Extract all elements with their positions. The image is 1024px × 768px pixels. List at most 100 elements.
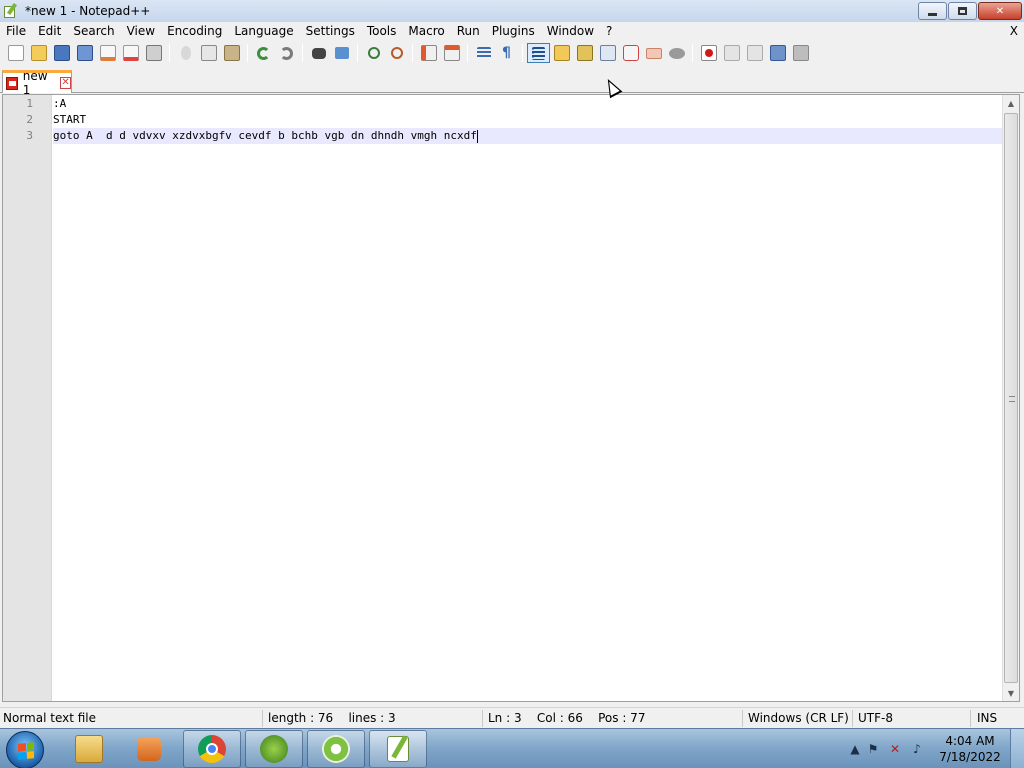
menu-run[interactable]: Run	[451, 22, 486, 41]
toolbar-separator	[247, 44, 248, 62]
save-all-icon[interactable]	[73, 43, 96, 63]
menu-language[interactable]: Language	[228, 22, 299, 41]
taskbar-green-app[interactable]	[307, 730, 365, 768]
window-controls: ✕	[917, 2, 1022, 20]
copy-icon[interactable]	[197, 43, 220, 63]
system-tray: ▲ ⚑ ✕ ♪ 4:04 AM 7/18/2022	[844, 729, 1024, 768]
code-line[interactable]: START	[53, 112, 1002, 128]
menu-edit[interactable]: Edit	[32, 22, 67, 41]
file-explorer-icon	[75, 735, 103, 763]
menu-help[interactable]: ?	[600, 22, 618, 41]
menu-encoding[interactable]: Encoding	[161, 22, 228, 41]
menu-settings[interactable]: Settings	[300, 22, 361, 41]
close-window-button[interactable]: ✕	[978, 2, 1022, 20]
close-icon[interactable]	[96, 43, 119, 63]
menu-file[interactable]: File	[0, 22, 32, 41]
tab-close-button[interactable]: ✕	[60, 77, 71, 89]
playback-macro-icon[interactable]	[743, 43, 766, 63]
scroll-down-arrow-icon[interactable]: ▼	[1003, 685, 1019, 701]
status-file-type: Normal text file	[3, 711, 97, 725]
menu-view[interactable]: View	[121, 22, 161, 41]
toolbar-separator	[412, 44, 413, 62]
status-position: Ln : 3 Col : 66 Pos : 77	[488, 711, 646, 725]
code-line-text: goto A d d vdvxv xzdvxbgfv cevdf b bchb …	[53, 129, 477, 142]
open-file-icon[interactable]	[27, 43, 50, 63]
status-divider	[482, 710, 483, 727]
taskbar-notepad-plus-plus[interactable]	[369, 730, 427, 768]
run-macro-multiple-icon[interactable]	[766, 43, 789, 63]
network-icon[interactable]: ✕	[888, 742, 902, 756]
stop-record-icon[interactable]	[720, 43, 743, 63]
save-icon[interactable]	[50, 43, 73, 63]
folder-workspace-icon[interactable]	[619, 43, 642, 63]
sync-vertical-icon[interactable]	[417, 43, 440, 63]
action-center-icon[interactable]: ⚑	[866, 742, 880, 756]
line-number: 2	[26, 113, 33, 126]
current-code-line[interactable]: goto A d d vdvxv xzdvxbgfv cevdf b bchb …	[53, 128, 1002, 144]
replace-icon[interactable]	[330, 43, 353, 63]
show-desktop-button[interactable]	[1010, 729, 1024, 768]
undo-icon[interactable]	[252, 43, 275, 63]
zoom-out-icon[interactable]	[385, 43, 408, 63]
monitoring-icon[interactable]	[642, 43, 665, 63]
title-bar[interactable]: *new 1 - Notepad++ ✕	[0, 0, 1024, 22]
code-line[interactable]: :A	[53, 96, 1002, 112]
taskbar-chrome[interactable]	[183, 730, 241, 768]
doc-map-icon[interactable]	[573, 43, 596, 63]
record-macro-icon[interactable]	[697, 43, 720, 63]
toolbar: ¶	[0, 41, 1024, 65]
taskbar-windows-app[interactable]	[245, 730, 303, 768]
new-file-icon[interactable]	[4, 43, 27, 63]
function-list-icon[interactable]	[596, 43, 619, 63]
word-wrap-icon[interactable]	[472, 43, 495, 63]
close-all-icon[interactable]	[119, 43, 142, 63]
user-language-icon[interactable]	[550, 43, 573, 63]
scroll-up-arrow-icon[interactable]: ▲	[1003, 95, 1019, 111]
cut-icon[interactable]	[174, 43, 197, 63]
show-all-chars-icon[interactable]: ¶	[495, 43, 518, 63]
scrollbar-thumb[interactable]	[1004, 113, 1018, 683]
paste-icon[interactable]	[220, 43, 243, 63]
windows-app-icon	[260, 735, 288, 763]
notepad-plus-plus-icon[interactable]	[3, 2, 19, 19]
editor[interactable]: 1 2 3 :A START goto A d d vdvxv xzdvxbgf…	[2, 94, 1020, 702]
toolbar-separator	[467, 44, 468, 62]
code-line-text: :A	[53, 97, 67, 110]
menu-macro[interactable]: Macro	[402, 22, 450, 41]
close-document-button[interactable]: X	[1010, 22, 1018, 41]
print-icon[interactable]	[142, 43, 165, 63]
menu-window[interactable]: Window	[541, 22, 600, 41]
code-line-text: START	[53, 113, 87, 126]
tab-label: new 1	[22, 69, 48, 97]
minimize-button[interactable]	[918, 2, 947, 20]
show-hidden-icons-icon[interactable]: ▲	[848, 742, 862, 756]
taskbar-media-player[interactable]	[120, 730, 178, 768]
toolbar-separator	[522, 44, 523, 62]
status-insert-mode: INS	[977, 711, 998, 725]
save-macro-icon[interactable]	[789, 43, 812, 63]
start-button[interactable]	[6, 731, 44, 768]
green-app-icon	[322, 735, 350, 763]
recording-disabled-icon[interactable]	[665, 43, 688, 63]
text-area[interactable]: :A START goto A d d vdvxv xzdvxbgfv cevd…	[53, 95, 1002, 701]
zoom-in-icon[interactable]	[362, 43, 385, 63]
indent-guide-icon[interactable]	[527, 43, 550, 63]
vertical-scrollbar[interactable]: ▲ ▼	[1002, 95, 1019, 701]
menu-search[interactable]: Search	[67, 22, 120, 41]
redo-icon[interactable]	[275, 43, 298, 63]
volume-icon[interactable]: ♪	[910, 742, 924, 756]
restore-icon	[958, 7, 967, 15]
status-divider	[742, 710, 743, 727]
restore-button[interactable]	[948, 2, 977, 20]
tab-new-1[interactable]: new 1 ✕	[2, 69, 72, 97]
taskbar: ▲ ⚑ ✕ ♪ 4:04 AM 7/18/2022	[0, 728, 1024, 768]
sync-horizontal-icon[interactable]	[440, 43, 463, 63]
taskbar-file-explorer[interactable]	[60, 730, 118, 768]
line-number: 1	[26, 97, 33, 110]
clock[interactable]: 4:04 AM 7/18/2022	[938, 733, 1002, 765]
menu-plugins[interactable]: Plugins	[486, 22, 541, 41]
menu-tools[interactable]: Tools	[361, 22, 403, 41]
chrome-icon	[198, 735, 226, 763]
status-eol: Windows (CR LF)	[748, 711, 849, 725]
find-icon[interactable]	[307, 43, 330, 63]
